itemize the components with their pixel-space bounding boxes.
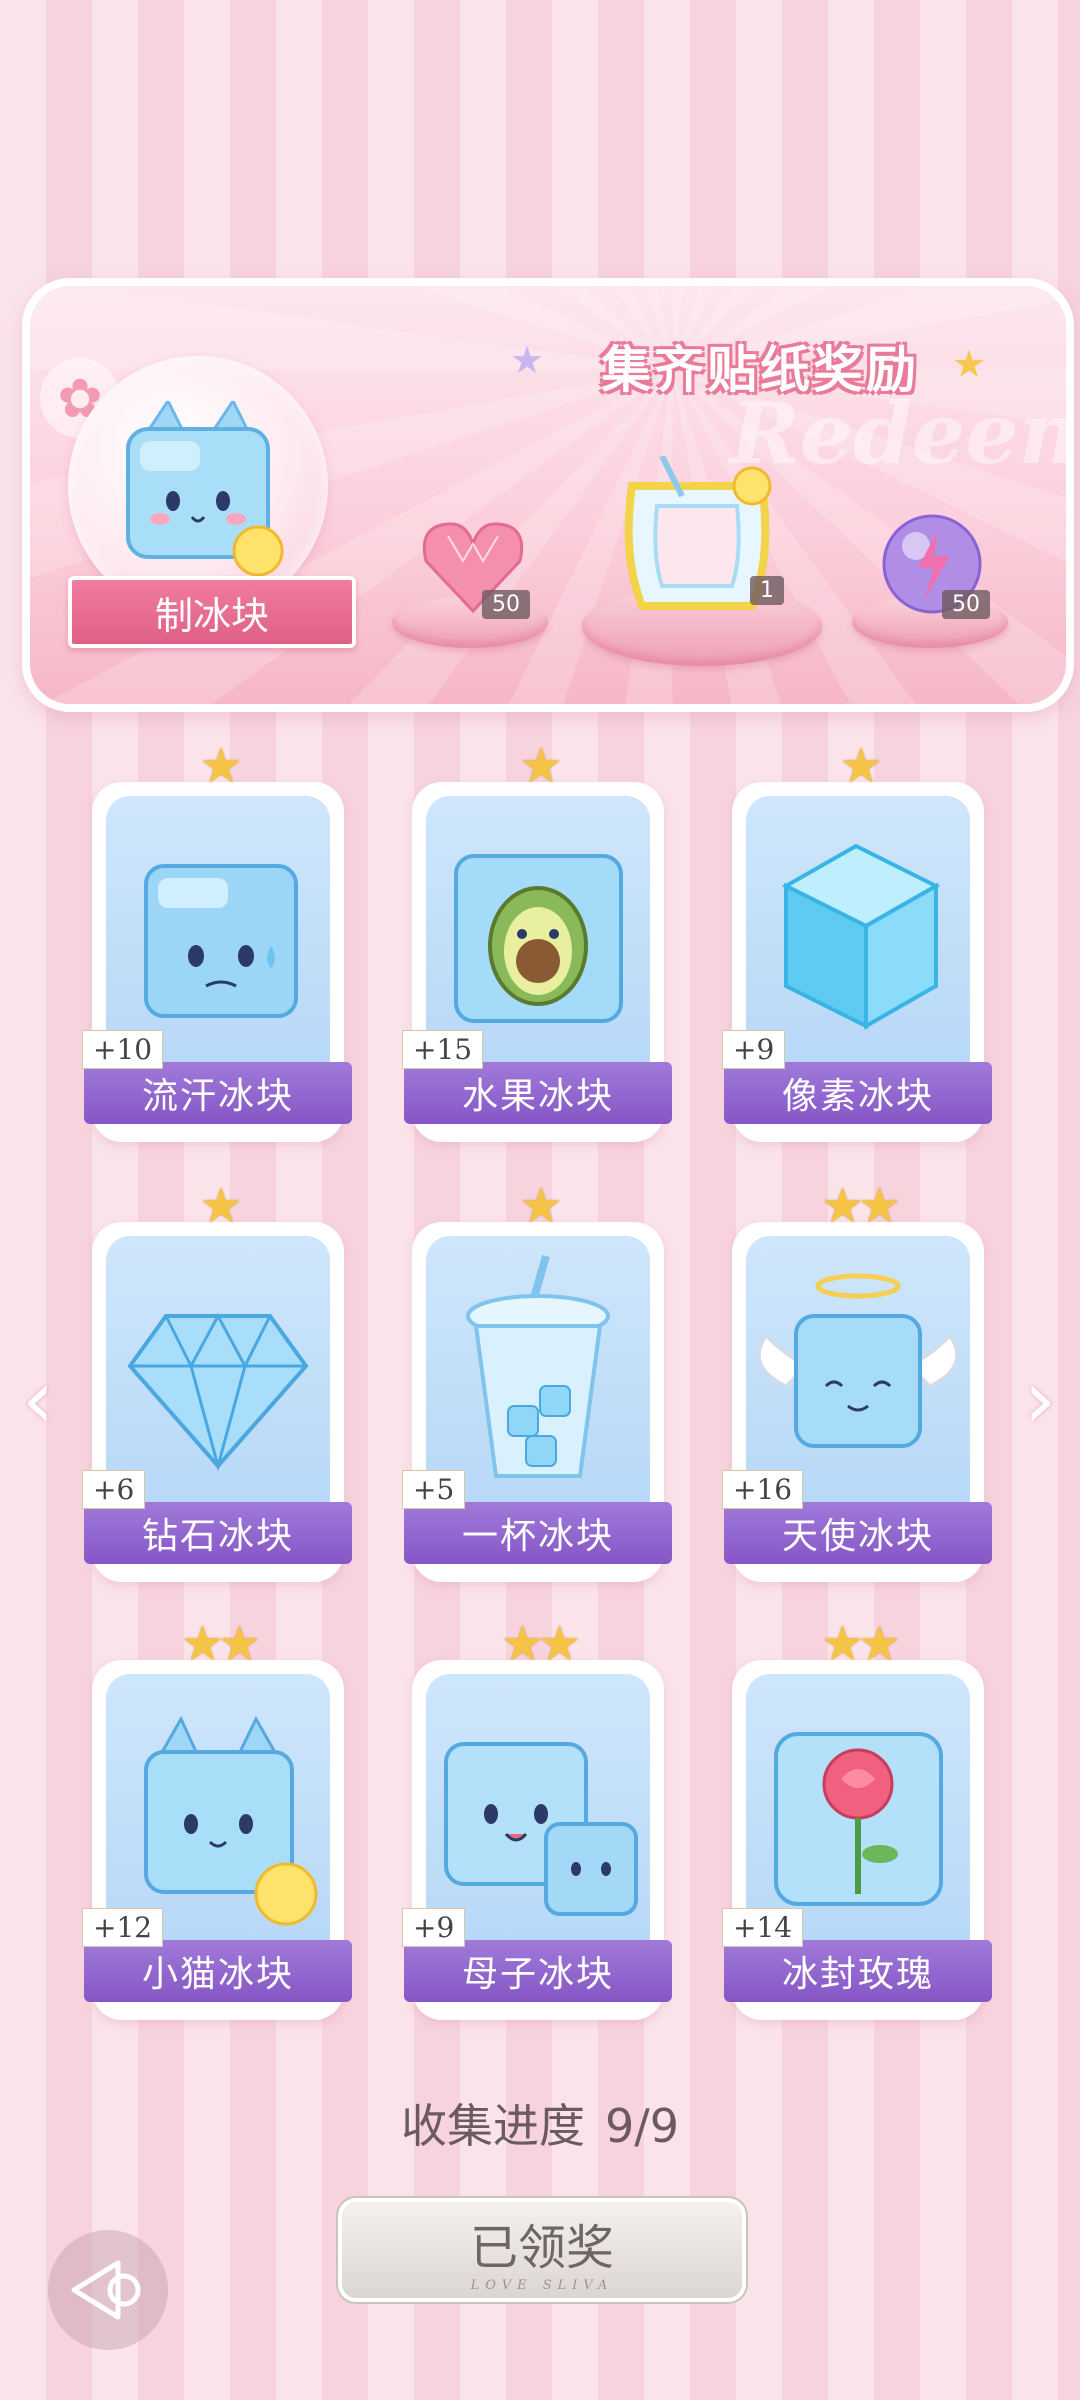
- bonus-value: +9: [722, 1030, 786, 1069]
- rarity-stars: ★: [839, 738, 882, 794]
- sticker-name: 水果冰块: [404, 1062, 672, 1124]
- bonus-value: +6: [82, 1470, 146, 1509]
- rarity-stars: ★★: [180, 1616, 261, 1672]
- bonus-value: +15: [402, 1030, 484, 1069]
- bonus-value: +16: [722, 1470, 804, 1509]
- reward-count: 1: [750, 576, 784, 605]
- collection-progress: 收集进度 9/9: [0, 2090, 1080, 2156]
- sticker-card[interactable]: ★★ +16 天使冰块: [722, 1178, 992, 1582]
- sticker-name: 母子冰块: [404, 1940, 672, 2002]
- rarity-stars: ★★: [500, 1616, 581, 1672]
- bonus-value: +5: [402, 1470, 466, 1509]
- prev-page-arrow-icon[interactable]: ‹: [14, 1360, 62, 1440]
- bonus-value: +14: [722, 1908, 804, 1947]
- rarity-stars: ★: [519, 738, 562, 794]
- sticker-card[interactable]: ★★ +14 冰封玫瑰: [722, 1616, 992, 2020]
- sticker-card[interactable]: ★ +6 钻石冰块: [82, 1178, 352, 1582]
- sticker-name: 流汗冰块: [84, 1062, 352, 1124]
- next-page-arrow-icon[interactable]: ›: [1016, 1360, 1064, 1440]
- rarity-stars: ★★: [820, 1616, 901, 1672]
- bonus-value: +12: [82, 1908, 164, 1947]
- yellow-star-icon: ★: [952, 342, 987, 386]
- rarity-stars: ★: [199, 738, 242, 794]
- sticker-card[interactable]: ★ +10 流汗冰块: [82, 738, 352, 1142]
- purple-star-icon: ★: [510, 338, 545, 382]
- back-arrow-icon: [71, 2260, 141, 2320]
- sticker-name: 像素冰块: [724, 1062, 992, 1124]
- rarity-stars: ★★: [820, 1178, 901, 1234]
- sticker-card[interactable]: ★ +5 一杯冰块: [402, 1178, 672, 1582]
- rarity-stars: ★: [519, 1178, 562, 1234]
- back-button[interactable]: [48, 2230, 168, 2350]
- sticker-name: 天使冰块: [724, 1502, 992, 1564]
- sticker-name: 钻石冰块: [84, 1502, 352, 1564]
- sticker-card[interactable]: ★★ +12 小猫冰块: [82, 1616, 352, 2020]
- sticker-name: 一杯冰块: [404, 1502, 672, 1564]
- claimed-button-subtitle: LOVE SLIVA: [470, 2277, 614, 2293]
- claimed-reward-button[interactable]: 已领奖 LOVE SLIVA: [336, 2196, 748, 2304]
- bonus-value: +9: [402, 1908, 466, 1947]
- cat-ice-cube-icon: [126, 401, 284, 577]
- progress-label: 收集进度: [400, 2099, 585, 2153]
- sticker-name: 冰封玫瑰: [724, 1940, 992, 2002]
- bonus-value: +10: [82, 1030, 164, 1069]
- sticker-card[interactable]: ★★ +9 母子冰块: [402, 1616, 672, 2020]
- sticker-card[interactable]: ★ +9 像素冰块: [722, 738, 992, 1142]
- progress-value: 9/9: [604, 2099, 680, 2153]
- make-ice-button[interactable]: 制冰块: [68, 576, 356, 648]
- reward-count: 50: [482, 590, 530, 619]
- banner-title: 集齐贴纸奖励: [601, 341, 919, 399]
- sticker-name: 小猫冰块: [84, 1940, 352, 2002]
- rarity-stars: ★: [199, 1178, 242, 1234]
- sticker-reward-banner: Redeem ✿ ★ 集齐贴纸奖励 ★ 制冰块 50 1 50: [22, 278, 1074, 712]
- sticker-card[interactable]: ★ +15 水果冰块: [402, 738, 672, 1142]
- reward-count: 50: [942, 590, 990, 619]
- claimed-button-label: 已领奖: [469, 2219, 614, 2276]
